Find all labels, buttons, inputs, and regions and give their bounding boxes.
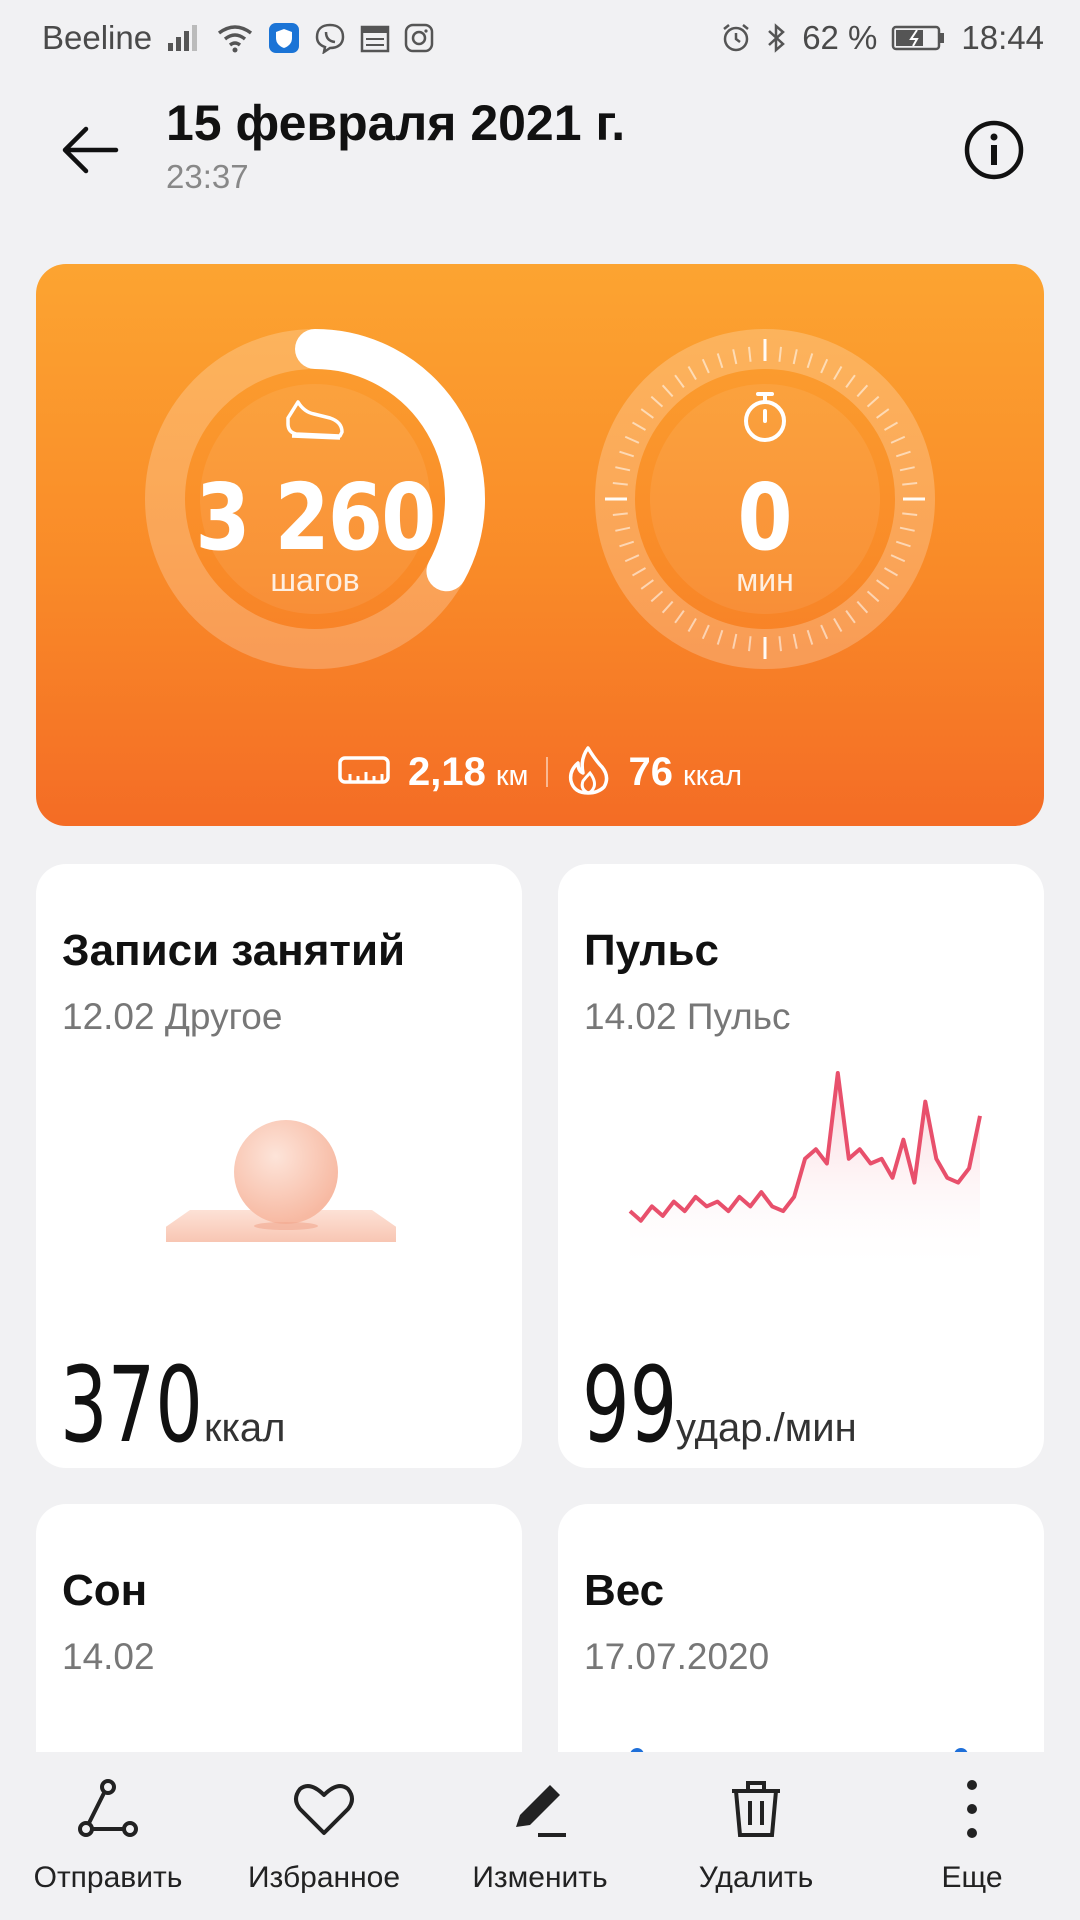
more-icon bbox=[967, 1780, 977, 1838]
workout-illustration-icon bbox=[166, 1120, 396, 1242]
steps-value: 3 260 bbox=[195, 464, 436, 571]
stopwatch-icon bbox=[739, 390, 791, 449]
back-button[interactable] bbox=[50, 110, 130, 190]
arrow-left-icon bbox=[62, 126, 119, 174]
status-bar: Beeline 62 % 18:44 bbox=[0, 0, 1080, 76]
battery-percent: 62 % bbox=[802, 19, 878, 56]
card-subtitle: 12.02 Другое bbox=[62, 996, 283, 1037]
more-button[interactable]: Еще bbox=[867, 1777, 1077, 1895]
hero-stats-row: 2,18 км 76 ккал bbox=[36, 742, 1044, 802]
pulse-value-row: 99 удар./мин bbox=[582, 1344, 857, 1466]
workout-value-row: 370 ккал bbox=[60, 1344, 285, 1466]
active-minutes-unit: мин bbox=[736, 562, 794, 598]
carrier-name: Beeline bbox=[42, 19, 153, 56]
workout-records-card[interactable]: Записи занятий 12.02 Другое 370 ккал bbox=[36, 864, 522, 1468]
calories-stat: 76 ккал bbox=[628, 750, 742, 795]
page-title: 15 февраля 2021 г. bbox=[166, 95, 626, 151]
workout-calories-unit: ккал bbox=[204, 1406, 286, 1450]
distance-stat: 2,18 км bbox=[408, 750, 528, 795]
viber-icon bbox=[314, 22, 346, 54]
ruler-icon bbox=[338, 754, 390, 791]
card-title: Сон bbox=[62, 1566, 148, 1615]
nav-label: Изменить bbox=[472, 1861, 608, 1894]
pulse-unit: удар./мин bbox=[676, 1406, 857, 1450]
heart-icon bbox=[294, 1784, 354, 1835]
signal-icon bbox=[166, 23, 202, 53]
alarm-icon bbox=[720, 22, 752, 54]
heart-rate-card[interactable]: Пульс 14.02 Пульс 99 удар./мин bbox=[558, 864, 1044, 1468]
card-title: Записи занятий bbox=[62, 926, 406, 975]
wifi-icon bbox=[216, 23, 254, 53]
active-minutes-value: 0 bbox=[737, 464, 793, 571]
clock-time: 18:44 bbox=[961, 19, 1044, 56]
shoe-icon bbox=[284, 394, 346, 447]
flame-icon bbox=[566, 745, 610, 800]
card-subtitle: 17.07.2020 bbox=[584, 1636, 770, 1677]
battery-icon bbox=[891, 24, 947, 52]
delete-button[interactable]: Удалить bbox=[651, 1777, 861, 1895]
nav-label: Еще bbox=[941, 1861, 1003, 1894]
workout-calories-value: 370 bbox=[60, 1344, 203, 1466]
info-button[interactable] bbox=[954, 110, 1034, 190]
card-title: Пульс bbox=[584, 926, 719, 975]
nav-label: Отправить bbox=[33, 1861, 183, 1894]
steps-ring: 3 260 шагов bbox=[130, 314, 500, 684]
shield-app-icon bbox=[268, 22, 300, 54]
pulse-value: 99 bbox=[582, 1344, 678, 1466]
activity-summary-card[interactable]: 3 260 шагов 0 мин 2,18 км 76 ккал bbox=[36, 264, 1044, 826]
distance-unit: км bbox=[495, 759, 529, 792]
header: 15 февраля 2021 г. 23:37 bbox=[0, 90, 1080, 220]
info-icon bbox=[964, 120, 1024, 180]
nav-label: Удалить bbox=[698, 1861, 814, 1894]
heart-rate-sparkline bbox=[628, 1071, 982, 1274]
active-time-ring: 0 мин bbox=[580, 314, 950, 684]
page-subtitle-time: 23:37 bbox=[166, 158, 249, 195]
card-subtitle: 14.02 Пульс bbox=[584, 996, 791, 1037]
nav-label: Избранное bbox=[247, 1861, 401, 1894]
calendar-icon bbox=[360, 23, 390, 53]
share-button[interactable]: Отправить bbox=[3, 1777, 213, 1895]
bluetooth-icon bbox=[766, 22, 788, 54]
edit-button[interactable]: Изменить bbox=[435, 1777, 645, 1895]
stats-divider bbox=[546, 757, 549, 787]
calories-value: 76 bbox=[628, 749, 673, 794]
steps-unit: шагов bbox=[270, 562, 360, 598]
card-title: Вес bbox=[584, 1566, 665, 1615]
trash-icon bbox=[732, 1781, 780, 1837]
share-icon bbox=[78, 1779, 138, 1837]
favorite-button[interactable]: Избранное bbox=[219, 1777, 429, 1895]
bottom-action-bar: Отправить Избранное Изменить Удалить Еще bbox=[0, 1752, 1080, 1920]
card-subtitle: 14.02 bbox=[62, 1636, 155, 1677]
distance-value: 2,18 bbox=[407, 749, 486, 794]
edit-icon bbox=[516, 1785, 566, 1837]
calories-unit: ккал bbox=[682, 759, 743, 792]
instagram-icon bbox=[404, 23, 434, 53]
